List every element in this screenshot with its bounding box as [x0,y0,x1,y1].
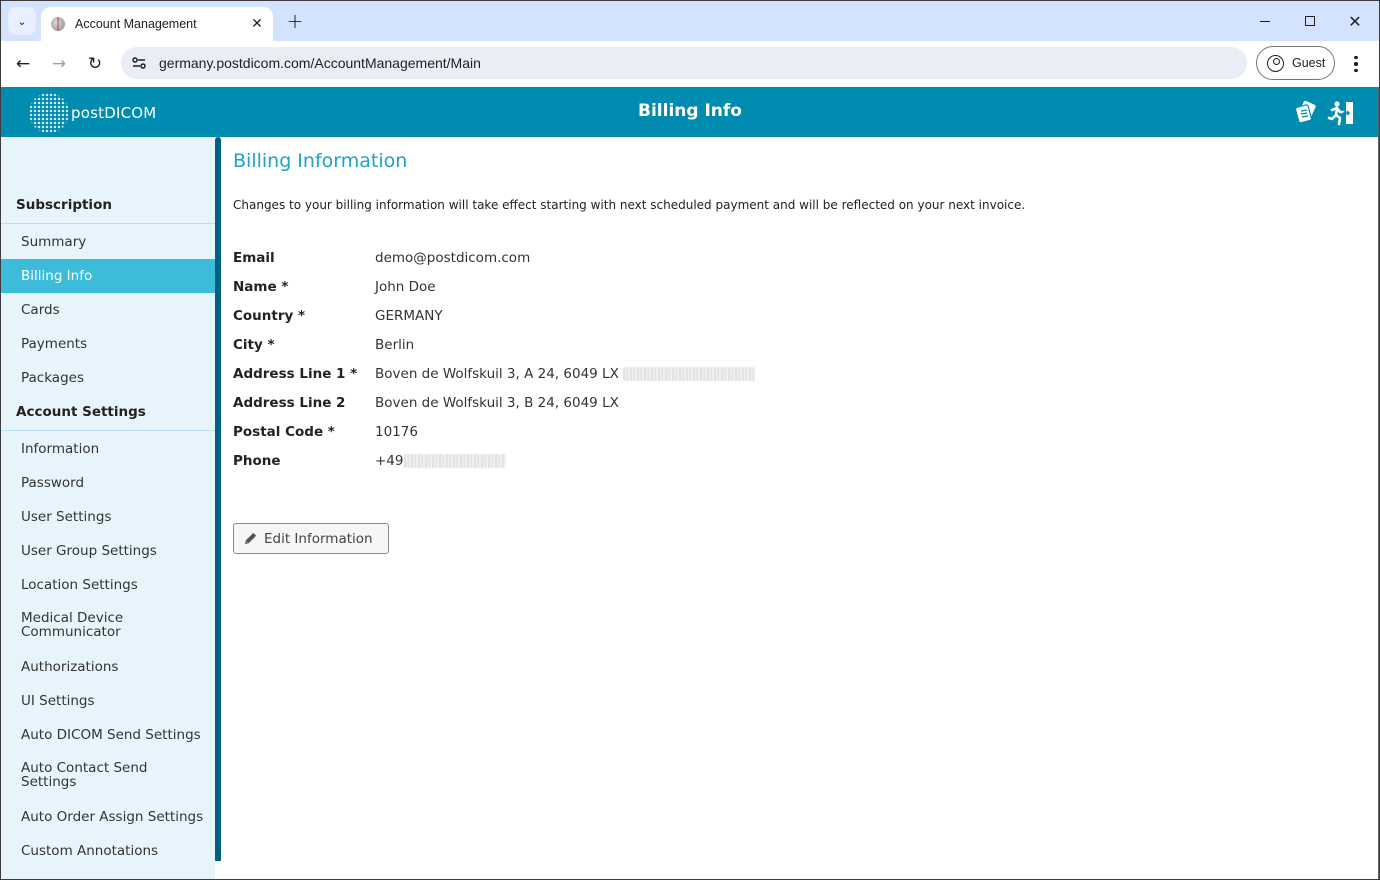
reload-button[interactable]: ↻ [81,50,109,78]
back-button[interactable]: ← [9,50,37,78]
field-value: GERMANY [375,308,443,324]
account-circle-icon [1267,54,1284,72]
sidebar-section-subscription: Subscription [16,197,112,213]
field-value: 10176 [375,424,418,440]
tab-strip: ⌄ Account Management ✕ + ✕ [1,1,1379,41]
sidebar-item-cards[interactable]: Cards [1,293,215,327]
arrow-left-icon: ← [15,54,31,74]
field-value: John Doe [375,279,436,295]
maximize-button[interactable] [1293,7,1327,35]
browser-menu-button[interactable] [1346,50,1366,78]
sidebar-item-billing-info[interactable]: Billing Info [1,259,215,293]
field-value-wrapper: +49 [375,453,506,469]
billing-icon [1294,101,1316,124]
pencil-icon [242,531,258,547]
close-window-button[interactable]: ✕ [1338,7,1372,35]
sidebar-item-auto-order-assign-settings[interactable]: Auto Order Assign Settings [1,800,215,834]
sidebar-item-ui-settings[interactable]: UI Settings [1,684,215,718]
sidebar-item-label: Auto Contact Send Settings [21,760,148,790]
billing-notice: Changes to your billing information will… [233,198,1026,212]
sidebar-item-custom-annotations[interactable]: Custom Annotations [1,834,215,868]
sidebar-item-auto-dicom-send-settings[interactable]: Auto DICOM Send Settings [1,718,215,752]
address-bar[interactable]: germany.postdicom.com/AccountManagement/… [121,47,1247,79]
site-info-button[interactable] [127,51,151,75]
sidebar-item-medical-device-communicator[interactable]: Medical Device Communicator [1,605,215,645]
chevron-down-icon: ⌄ [17,14,27,28]
postdicom-favicon-icon [51,17,65,31]
window-border [1378,87,1379,879]
sidebar-item-summary[interactable]: Summary [1,225,215,259]
field-value: Boven de Wolfskuil 3, B 24, 6049 LX [375,395,619,411]
profile-button[interactable]: Guest [1256,46,1335,80]
page-header-title: Billing Info [638,101,742,121]
new-tab-button[interactable]: + [283,9,307,33]
sidebar-item-auto-contact-send-settings[interactable]: Auto Contact Send Settings [1,755,215,795]
app-header: postDICOM Billing Info [1,87,1379,137]
logout-button[interactable] [1327,99,1355,127]
redacted-text [622,367,755,381]
sidebar-item-information[interactable]: Information [1,432,215,466]
arrow-right-icon: → [51,54,67,74]
field-value-wrapper: Boven de Wolfskuil 3, A 24, 6049 LX [375,366,755,382]
url-text: germany.postdicom.com/AccountManagement/… [159,55,481,71]
page-title: Billing Information [233,150,408,172]
sidebar-item-packages[interactable]: Packages [1,361,215,395]
field-row-name: Name * John Doe [233,277,436,297]
tune-icon [132,57,146,69]
sidebar-item-payments[interactable]: Payments [1,327,215,361]
browser-tab[interactable]: Account Management ✕ [41,7,273,41]
browser-window: ⌄ Account Management ✕ + ✕ ← → ↻ germany… [1,1,1379,879]
field-row-phone: Phone +49 [233,451,506,471]
maximize-icon [1305,16,1315,26]
field-label: Postal Code * [233,424,335,440]
field-row-country: Country * GERMANY [233,306,443,326]
redacted-text [403,454,506,468]
field-row-email: Email demo@postdicom.com [233,248,530,268]
divider [1,430,215,431]
edit-information-button[interactable]: Edit Information [233,523,389,554]
field-label: Email [233,250,275,266]
minimize-icon [1260,20,1270,22]
field-row-postal-code: Postal Code * 10176 [233,422,418,442]
sidebar-item-user-group-settings[interactable]: User Group Settings [1,534,215,568]
logout-icon [1327,101,1353,126]
close-icon: ✕ [251,16,263,32]
reload-icon: ↻ [87,54,103,74]
edit-information-label: Edit Information [264,530,373,547]
field-label: Country * [233,308,306,324]
sidebar: Subscription Summary Billing Info Cards … [1,137,215,879]
field-value: demo@postdicom.com [375,250,531,266]
field-value: +49 [375,453,404,469]
close-icon: ✕ [1348,11,1362,31]
field-label: City * [233,337,275,353]
field-label: Address Line 1 * [233,366,358,382]
field-label: Phone [233,453,281,469]
field-row-city: City * Berlin [233,335,414,355]
tab-title: Account Management [75,17,197,31]
divider [1,223,215,224]
tab-search-button[interactable]: ⌄ [8,7,36,35]
billing-button[interactable] [1291,99,1319,127]
minimize-button[interactable] [1248,7,1282,35]
sidebar-item-location-settings[interactable]: Location Settings [1,568,215,602]
field-row-address-line-2: Address Line 2 Boven de Wolfskuil 3, B 2… [233,393,619,413]
field-label: Name * [233,279,289,295]
browser-toolbar: ← → ↻ germany.postdicom.com/AccountManag… [1,41,1379,87]
close-tab-button[interactable]: ✕ [247,14,267,34]
main-content: Billing Information Changes to your bill… [221,137,1379,879]
more-vert-icon [1354,55,1358,60]
sidebar-item-user-settings[interactable]: User Settings [1,500,215,534]
field-value: Berlin [375,337,415,353]
field-value: Boven de Wolfskuil 3, A 24, 6049 LX [375,366,619,382]
sidebar-section-account-settings: Account Settings [16,404,146,420]
profile-label: Guest [1292,56,1326,70]
sidebar-item-authorizations[interactable]: Authorizations [1,650,215,684]
field-label: Address Line 2 [233,395,346,411]
forward-button[interactable]: → [45,50,73,78]
field-row-address-line-1: Address Line 1 * Boven de Wolfskuil 3, A… [233,364,755,384]
sidebar-item-label: Medical Device Communicator [21,610,124,640]
sidebar-item-password[interactable]: Password [1,466,215,500]
